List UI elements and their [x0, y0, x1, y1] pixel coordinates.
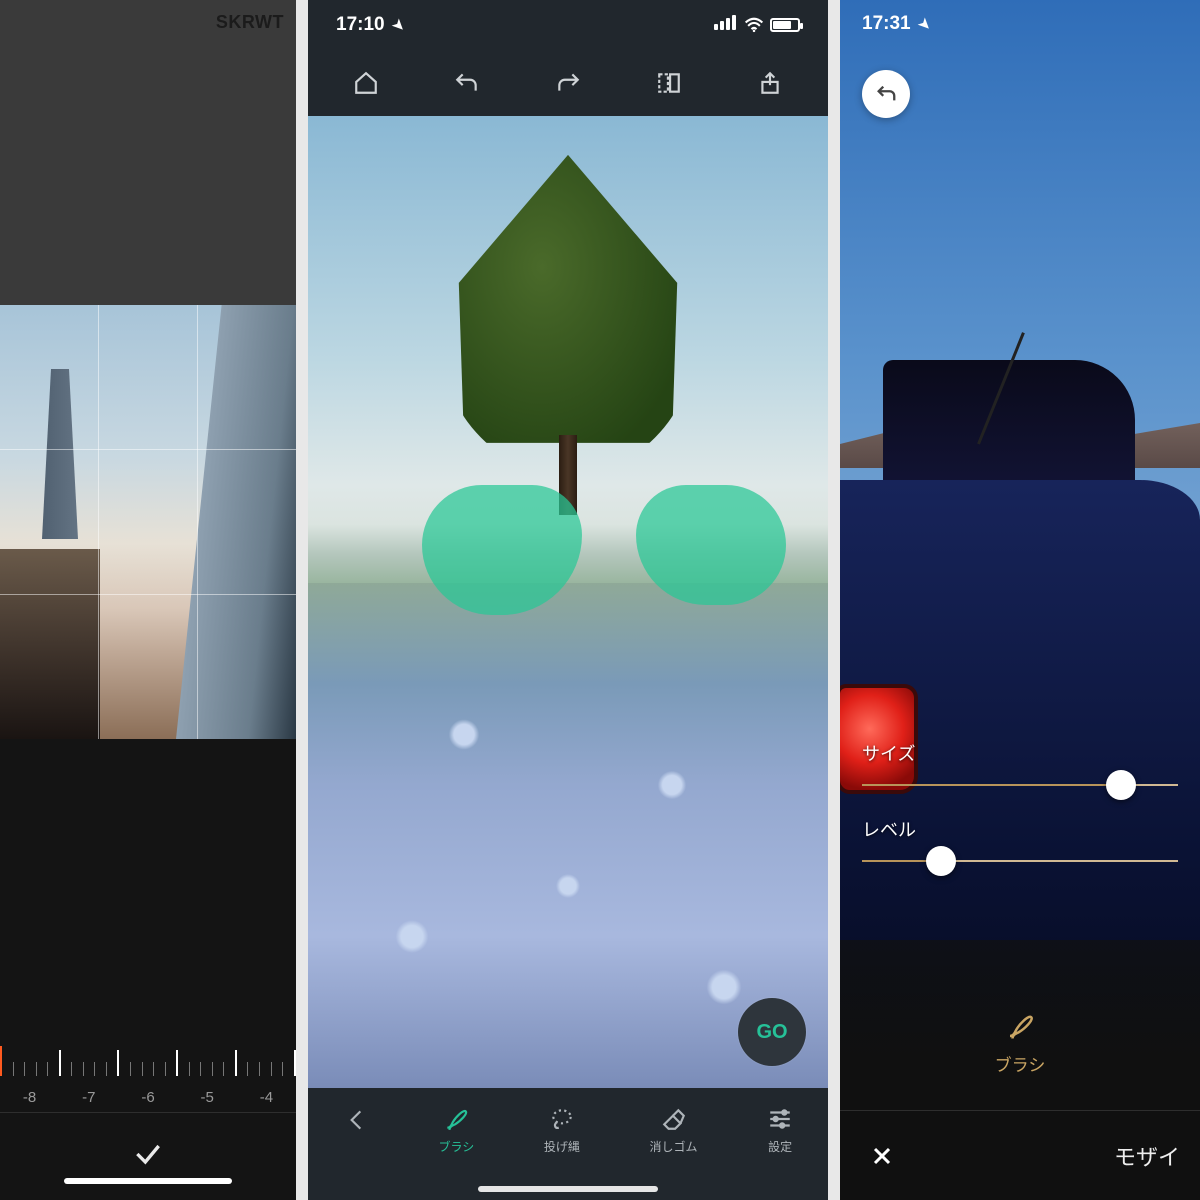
level-slider[interactable] — [862, 860, 1178, 862]
tool-title: モザイ — [904, 1140, 1180, 1172]
tab-lasso[interactable]: 投げ縄 — [544, 1106, 580, 1155]
tab-label — [354, 1139, 357, 1153]
level-slider-label: レベル — [862, 816, 1178, 842]
redo-button[interactable] — [546, 61, 590, 105]
wifi-icon — [744, 17, 764, 33]
location-services-icon: ➤ — [388, 15, 408, 35]
compare-button[interactable] — [647, 61, 691, 105]
cellular-signal-icon — [714, 14, 738, 36]
app-header-area: SKRWT — [0, 0, 296, 305]
controls-area: -8 -7 -6 -5 -4 — [0, 739, 296, 1200]
ruler-tick-label: -7 — [59, 1089, 118, 1106]
location-services-icon: ➤ — [914, 14, 934, 34]
photo-canvas[interactable] — [0, 305, 296, 739]
home-indicator[interactable] — [64, 1178, 232, 1184]
status-time: 17:10 — [336, 14, 385, 36]
tab-brush[interactable]: ブラシ — [438, 1106, 474, 1155]
brand-label: SKRWT — [216, 12, 284, 33]
bottom-toolbar: ブラシ 投げ縄 消しゴム 設定 — [308, 1088, 828, 1172]
tool-brush[interactable]: ブラシ — [970, 1011, 1070, 1076]
size-slider-label: サイズ — [862, 740, 1178, 766]
back-button[interactable] — [343, 1107, 369, 1153]
go-button-label: GO — [756, 1021, 787, 1044]
ruler-labels: -8 -7 -6 -5 -4 — [0, 1089, 296, 1106]
undo-button[interactable] — [445, 61, 489, 105]
photo-canvas[interactable]: GO — [308, 116, 828, 1088]
photo-content — [438, 155, 698, 515]
tool-brush-label: ブラシ — [995, 1051, 1046, 1076]
status-bar: 17:10 ➤ — [308, 0, 828, 50]
top-toolbar — [308, 50, 828, 116]
tab-label: ブラシ — [438, 1138, 474, 1155]
share-button[interactable] — [748, 61, 792, 105]
ruler-tick-label: -4 — [237, 1089, 296, 1106]
ruler-tick-label: -8 — [0, 1089, 59, 1106]
home-button[interactable] — [344, 61, 388, 105]
tab-eraser[interactable]: 消しゴム — [650, 1106, 698, 1155]
adjustment-ruler[interactable] — [0, 1016, 296, 1076]
status-time: 17:31 — [862, 13, 911, 35]
slider-thumb[interactable] — [1106, 770, 1136, 800]
ruler-tick-label: -5 — [178, 1089, 237, 1106]
battery-icon — [770, 18, 800, 32]
ruler-tick-label: -6 — [118, 1089, 177, 1106]
tab-label: 設定 — [768, 1138, 792, 1155]
photo-content — [0, 549, 100, 739]
size-slider[interactable] — [862, 784, 1178, 786]
close-button[interactable] — [860, 1134, 904, 1178]
slider-thumb[interactable] — [926, 846, 956, 876]
tab-settings[interactable]: 設定 — [767, 1106, 793, 1155]
undo-button[interactable] — [862, 70, 910, 118]
tab-label: 投げ縄 — [544, 1138, 580, 1155]
brush-selection-mask[interactable] — [636, 485, 786, 605]
home-indicator[interactable] — [308, 1172, 828, 1200]
tab-label: 消しゴム — [650, 1138, 698, 1155]
go-button[interactable]: GO — [738, 998, 806, 1066]
confirm-button[interactable] — [132, 1138, 164, 1175]
status-bar: 17:31 ➤ — [840, 0, 1200, 48]
